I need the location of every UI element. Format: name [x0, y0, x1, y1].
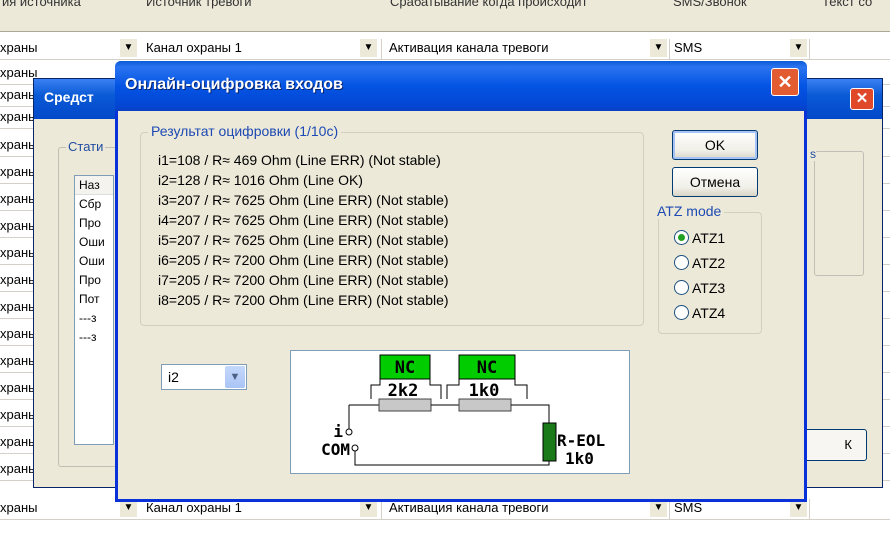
source-combo[interactable]: Канал охраны 1: [142, 39, 382, 59]
result-line-i2: i2=128 / R≈ 1016 Ohm (Line OK): [158, 172, 363, 188]
dialog-body: Результат оцифровки (1/10с) i1=108 / R≈ …: [118, 111, 804, 499]
wire: [446, 379, 460, 399]
list-item[interactable]: Оши: [75, 252, 113, 271]
result-line-i6: i6=205 / R≈ 7200 Ohm (Line ERR) (Not sta…: [158, 252, 449, 268]
source-combo[interactable]: Канал охраны 1: [142, 499, 382, 519]
background-right-group-label: s: [810, 147, 816, 161]
row-label: храны: [0, 40, 38, 55]
grid-header-alarm-source[interactable]: Источник тревоги: [146, 0, 376, 9]
terminal-com: [351, 444, 359, 452]
radio-unchecked-icon[interactable]: [674, 305, 689, 321]
chevron-down-icon[interactable]: ▼: [225, 366, 245, 388]
list-item[interactable]: Оши: [75, 233, 113, 252]
grid-header-source-name[interactable]: ия источника: [2, 0, 137, 9]
resistor-2k2: [378, 398, 432, 412]
wire: [354, 451, 550, 466]
wire: [370, 379, 381, 399]
reol-value-label: 1k0: [565, 449, 594, 468]
cancel-button[interactable]: Отмена: [672, 167, 758, 197]
statistics-group-label: Стати: [66, 139, 106, 154]
grid-header-sms[interactable]: SMS/Звонок: [673, 0, 813, 9]
grid-header-text[interactable]: Текст со: [822, 0, 890, 9]
chevron-down-icon[interactable]: ▼: [360, 39, 377, 57]
result-line-i7: i7=205 / R≈ 7200 Ohm (Line ERR) (Not sta…: [158, 272, 449, 288]
list-item[interactable]: ---з: [75, 328, 113, 347]
result-line-i8: i8=205 / R≈ 7200 Ohm (Line ERR) (Not sta…: [158, 292, 449, 308]
atz-mode-group-label: ATZ mode: [654, 203, 725, 219]
sms-combo[interactable]: SMS: [670, 499, 810, 519]
result-group-label: Результат оцифровки (1/10с): [148, 123, 342, 139]
grid-header: ия источника Источник тревоги Срабатыван…: [0, 0, 890, 32]
sms-value: SMS: [674, 500, 703, 515]
atz-option-label: ATZ4: [692, 304, 726, 321]
trigger-value: Активация канала тревоги: [389, 40, 549, 55]
atz1-radio[interactable]: ATZ1: [674, 229, 725, 249]
wire: [511, 404, 550, 423]
nc-contact-2-label: NC: [477, 358, 497, 378]
sms-combo[interactable]: SMS: [670, 39, 810, 59]
result-line-i1: i1=108 / R≈ 469 Ohm (Line ERR) (Not stab…: [158, 152, 441, 168]
close-icon[interactable]: ✕: [850, 88, 874, 110]
background-ok-button[interactable]: К: [799, 429, 867, 461]
resistor-2-label: 1k0: [469, 381, 500, 401]
terminal-com-label: COM: [321, 440, 350, 459]
chevron-down-icon[interactable]: ▼: [120, 39, 137, 57]
dialog-title: Онлайн-оцифровка входов: [125, 76, 343, 93]
dialog-titlebar[interactable]: Онлайн-оцифровка входов ✕: [115, 61, 807, 111]
input-select-value: i2: [168, 369, 179, 385]
list-header[interactable]: Наз: [75, 176, 113, 195]
result-line-i5: i5=207 / R≈ 7625 Ohm (Line ERR) (Not sta…: [158, 232, 449, 248]
wire: [514, 379, 528, 399]
result-line-i3: i3=207 / R≈ 7625 Ohm (Line ERR) (Not sta…: [158, 192, 449, 208]
terminal-i-label: i: [333, 422, 343, 441]
list-item[interactable]: Про: [75, 271, 113, 290]
radio-checked-icon[interactable]: [674, 230, 689, 246]
result-line-i4: i4=207 / R≈ 7625 Ohm (Line ERR) (Not sta…: [158, 212, 449, 228]
radio-unchecked-icon[interactable]: [674, 280, 689, 296]
list-item[interactable]: ---з: [75, 309, 113, 328]
chevron-down-icon[interactable]: ▼: [650, 39, 667, 57]
list-item[interactable]: Пот: [75, 290, 113, 309]
resistor-1k0: [458, 398, 512, 412]
statistics-list[interactable]: Наз Сбр Про Оши Оши Про Пот ---з ---з: [74, 175, 114, 445]
atz-option-label: ATZ3: [692, 279, 726, 296]
trigger-combo[interactable]: Активация канала тревоги: [385, 39, 670, 59]
nc-contact-1-label: NC: [395, 358, 415, 378]
atz-option-label: ATZ2: [692, 254, 726, 271]
sms-value: SMS: [674, 40, 703, 55]
grid-row[interactable]: храны Канал охраны 1 ▼ Активация канала …: [0, 38, 890, 60]
atz3-radio[interactable]: ATZ3: [674, 279, 725, 299]
trigger-value: Активация канала тревоги: [389, 500, 549, 515]
wiring-diagram-svg: NC NC 2k2 1k0 R-EOL 1k0 i COM: [321, 354, 605, 468]
chevron-down-icon[interactable]: ▼: [790, 39, 807, 57]
row-label: храны: [0, 500, 38, 515]
list-item[interactable]: Сбр: [75, 195, 113, 214]
atz2-radio[interactable]: ATZ2: [674, 254, 725, 274]
resistor-eol: [542, 422, 557, 462]
wiring-diagram: NC NC 2k2 1k0 R-EOL 1k0 i COM: [290, 350, 630, 474]
list-item[interactable]: Про: [75, 214, 113, 233]
source-value: Канал охраны 1: [146, 40, 242, 55]
atz4-radio[interactable]: ATZ4: [674, 304, 725, 324]
input-select[interactable]: i2 ▼: [161, 364, 247, 390]
resistor-1-label: 2k2: [388, 381, 419, 401]
online-digitization-dialog: Онлайн-оцифровка входов ✕ Результат оциф…: [115, 61, 807, 502]
close-icon[interactable]: ✕: [771, 68, 799, 96]
trigger-combo[interactable]: Активация канала тревоги: [385, 499, 670, 519]
background-right-groupbox: [814, 151, 864, 276]
wire: [429, 379, 442, 399]
ok-button[interactable]: OK: [672, 130, 758, 160]
background-dialog-title: Средст: [44, 89, 94, 105]
atz-option-label: ATZ1: [692, 229, 726, 246]
reol-label: R-EOL: [557, 431, 605, 450]
radio-unchecked-icon[interactable]: [674, 255, 689, 271]
source-value: Канал охраны 1: [146, 500, 242, 515]
terminal-i: [345, 428, 353, 436]
grid-header-trigger[interactable]: Срабатывание когда происходит: [390, 0, 660, 9]
